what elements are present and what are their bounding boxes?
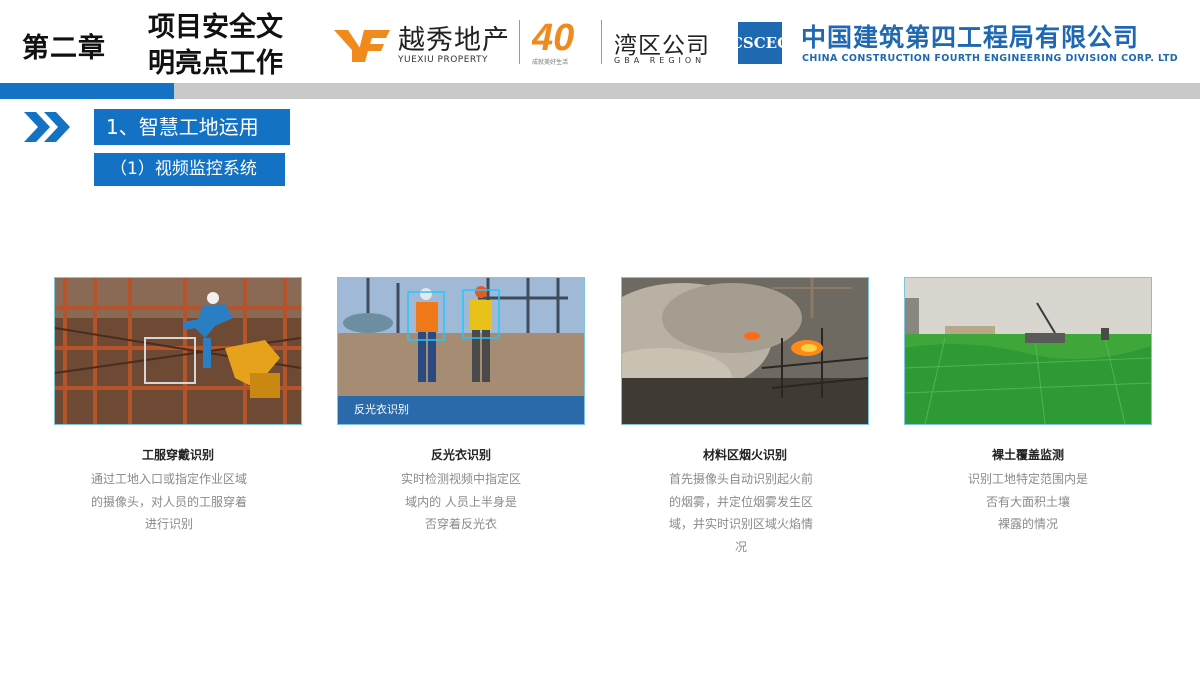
desc-line: 的烟雾，并定位烟雾发生区	[668, 494, 813, 509]
desc-line: 域，并实时识别区域火焰情	[668, 517, 813, 531]
header-bar-grey	[174, 83, 1200, 99]
cscec-name-cn: 中国建筑第四工程局有限公司	[801, 23, 1140, 52]
desc-line: 通过工地入口或指定作业区域	[90, 472, 247, 486]
cscec-name-en: CHINA CONSTRUCTION FOURTH ENGINEERING DI…	[802, 53, 1179, 64]
card-title-soil: 裸土覆盖监测	[991, 448, 1064, 462]
gba-name-cn: 湾区公司	[614, 33, 710, 59]
forty-text: 40	[532, 18, 574, 54]
logo-divider	[601, 20, 602, 64]
card-title-fire: 材料区烟火识别	[702, 448, 787, 462]
card-desc-soil: 识别工地特定范围内是 否有大面积土壤 裸露的情况	[953, 468, 1103, 536]
image-caption-vest: 反光衣识别	[338, 396, 584, 424]
desc-line: 裸露的情况	[997, 517, 1058, 531]
anniversary-slogan: 成就美好生活	[532, 59, 569, 66]
cscec-logo-icon: CSCEC	[731, 22, 789, 64]
desc-line: 实时检测视频中指定区	[400, 472, 521, 486]
card-image-uniform	[54, 277, 302, 425]
anniversary-40-logo-icon: 40	[532, 18, 574, 54]
yuexiu-logo-icon	[334, 30, 390, 62]
card-title-uniform: 工服穿戴识别	[141, 448, 214, 462]
desc-line: 否有大面积土壤	[985, 494, 1070, 509]
gba-name-en: GBA REGION	[614, 56, 706, 65]
card-desc-uniform: 通过工地入口或指定作业区域 的摄像头，对人员的工服穿着 进行识别	[54, 468, 284, 536]
chapter-number: 第二章	[22, 33, 106, 64]
desc-line: 首先摄像头自动识别起火前	[668, 472, 813, 486]
desc-line: 识别工地特定范围内是	[967, 472, 1088, 486]
card-image-soil	[904, 277, 1152, 425]
yuexiu-name-en: YUEXIU PROPERTY	[398, 55, 489, 65]
logo-divider	[519, 20, 520, 64]
card-title-vest: 反光衣识别	[430, 448, 491, 462]
header-bar-blue	[0, 83, 174, 99]
card-desc-vest: 实时检测视频中指定区 域内的 人员上半身是 否穿着反光衣	[376, 468, 546, 536]
desc-line: 域内的 人员上半身是	[405, 494, 517, 509]
card-image-vest: 反光衣识别	[337, 277, 585, 425]
yuexiu-name-cn: 越秀地产	[398, 25, 510, 56]
desc-line: 况	[734, 539, 747, 554]
section-title: 1、智慧工地运用	[94, 109, 290, 145]
desc-line: 否穿着反光衣	[424, 517, 497, 531]
card-image-fire	[621, 277, 869, 425]
section-subtitle: （1）视频监控系统	[94, 153, 285, 186]
double-chevron-right-icon	[24, 112, 70, 142]
chapter-title-line: 项目安全文	[148, 12, 283, 43]
chapter-title-line: 明亮点工作	[148, 48, 283, 79]
chapter-title: 项目安全文 明亮点工作	[148, 10, 283, 82]
card-desc-fire: 首先摄像头自动识别起火前 的烟雾，并定位烟雾发生区 域，并实时识别区域火焰情 况	[651, 468, 831, 558]
desc-line: 的摄像头，对人员的工服穿着	[90, 494, 247, 509]
desc-line: 进行识别	[144, 517, 193, 531]
